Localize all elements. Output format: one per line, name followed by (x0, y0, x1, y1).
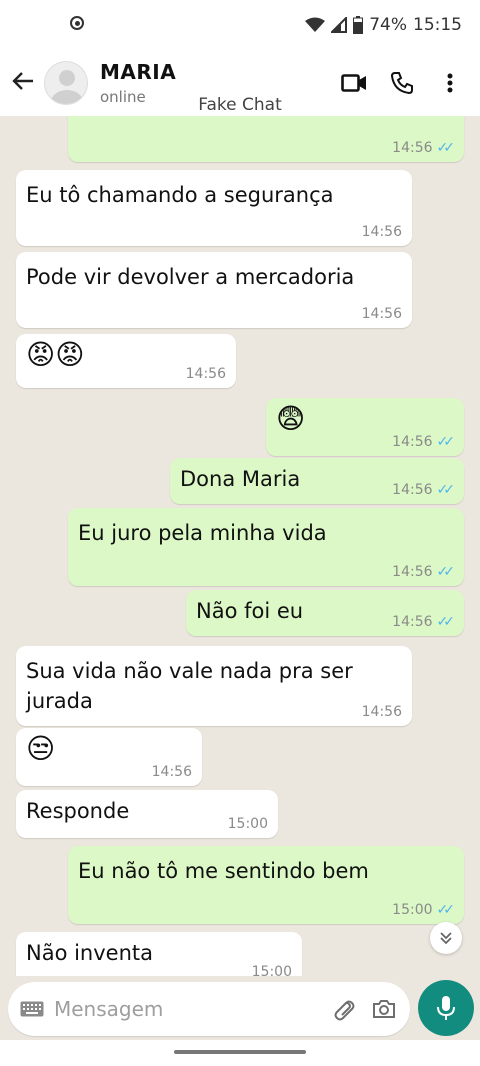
message-list[interactable]: 14:56 ✓✓ Eu tô chamando a segurança 14:56… (0, 116, 480, 976)
message-time: 15:00 (251, 964, 292, 976)
message-time: 15:00 (392, 902, 433, 918)
message-input-pill[interactable] (8, 982, 410, 1036)
message-time: 14:56 (392, 140, 433, 156)
message-time: 14:56 (392, 564, 433, 580)
recording-indicator-icon (70, 16, 84, 30)
message-text: Eu não tô me sentindo bem (78, 859, 369, 883)
more-vert-icon[interactable] (436, 69, 464, 97)
battery-icon (353, 16, 364, 34)
status-bar: 74% 15:15 (0, 0, 480, 50)
message-bubble-outgoing[interactable]: Eu juro pela minha vida 14:56 ✓✓ (68, 508, 464, 586)
message-bubble-outgoing[interactable]: Dona Maria 14:56 ✓✓ (170, 458, 464, 504)
message-time: 14:56 (185, 366, 226, 382)
back-arrow-icon[interactable] (4, 68, 42, 98)
camera-icon[interactable] (370, 995, 398, 1023)
message-text: Eu juro pela minha vida (78, 521, 327, 545)
message-bubble-incoming[interactable]: Não inventa 15:00 (16, 932, 302, 976)
message-input[interactable] (52, 996, 318, 1022)
read-ticks-icon: ✓✓ (436, 434, 456, 450)
message-bubble-outgoing[interactable]: Não foi eu 14:56 ✓✓ (186, 590, 464, 636)
message-bubble-incoming[interactable]: 😡😡 14:56 (16, 334, 236, 388)
fearful-face-emoji: 😨 (276, 402, 306, 435)
message-time: 14:56 (392, 482, 433, 498)
keyboard-icon[interactable] (20, 1001, 44, 1017)
message-bubble-outgoing[interactable]: 14:56 ✓✓ (68, 116, 464, 162)
scroll-down-button[interactable] (430, 922, 462, 954)
video-call-icon[interactable] (340, 69, 368, 97)
message-time: 14:56 (151, 764, 192, 780)
message-bubble-outgoing[interactable]: 😨 14:56 ✓✓ (266, 398, 464, 456)
message-bubble-incoming[interactable]: 😒 14:56 (16, 728, 202, 786)
message-text: Sua vida não vale nada pra ser jurada (26, 659, 353, 713)
message-time: 14:56 (361, 306, 402, 322)
battery-percent: 74% (369, 15, 407, 35)
contact-name: MARIA (100, 60, 177, 84)
message-time: 14:56 (392, 614, 433, 630)
home-gesture-bar[interactable] (174, 1050, 306, 1054)
read-ticks-icon: ✓✓ (436, 564, 456, 580)
message-time: 14:56 (361, 704, 402, 720)
read-ticks-icon: ✓✓ (436, 902, 456, 918)
message-bubble-outgoing[interactable]: Eu não tô me sentindo bem 15:00 ✓✓ (68, 846, 464, 924)
read-ticks-icon: ✓✓ (436, 482, 456, 498)
attach-icon[interactable] (330, 995, 358, 1023)
message-time: 14:56 (392, 434, 433, 450)
message-time: 15:00 (227, 816, 268, 832)
message-bubble-incoming[interactable]: Responde 15:00 (16, 790, 278, 838)
message-bubble-incoming[interactable]: Sua vida não vale nada pra ser jurada 14… (16, 646, 412, 726)
message-time: 14:56 (361, 224, 402, 240)
watermark-label: Fake Chat (198, 95, 282, 115)
mic-icon (437, 996, 455, 1020)
read-ticks-icon: ✓✓ (436, 614, 456, 630)
message-text: Pode vir devolver a mercadoria (26, 265, 355, 289)
clock: 15:15 (413, 15, 462, 35)
phone-icon[interactable] (388, 69, 416, 97)
message-bubble-incoming[interactable]: Pode vir devolver a mercadoria 14:56 (16, 252, 412, 328)
message-text: Eu tô chamando a segurança (26, 183, 334, 207)
signal-icon (331, 17, 348, 33)
read-ticks-icon: ✓✓ (436, 140, 456, 156)
message-bubble-incoming[interactable]: Eu tô chamando a segurança 14:56 (16, 170, 412, 246)
wifi-icon (305, 17, 326, 32)
status-icons: 74% 15:15 (305, 15, 462, 35)
double-chevron-down-icon (440, 932, 452, 945)
mic-button[interactable] (418, 980, 474, 1036)
unamused-face-emoji: 😒 (26, 732, 56, 765)
